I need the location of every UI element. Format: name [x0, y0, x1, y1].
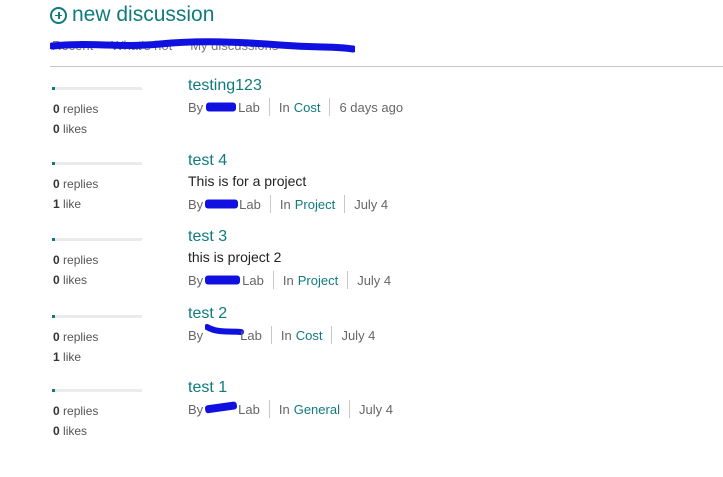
in-label: In [278, 401, 290, 417]
activity-meter [52, 238, 142, 241]
likes-label: likes [63, 273, 88, 287]
by-label: By [188, 196, 204, 212]
new-discussion-label: new discussion [72, 3, 215, 26]
author: Lab [207, 328, 262, 343]
timestamp: July 4 [358, 401, 393, 417]
discussion-item: 0 replies 1 like test 2 By Lab In Cost J… [0, 305, 723, 381]
activity-meter [52, 87, 142, 90]
replies-label: replies [63, 102, 99, 116]
author: Lab [206, 99, 260, 115]
discussion-item: 0 replies 1 like test 4 This is for a pr… [0, 152, 723, 228]
replies-count: 0 [53, 177, 60, 191]
discussion-meta: By Lab In Cost July 4 [188, 326, 375, 344]
item-stats: 0 replies 1 like [53, 327, 98, 367]
timestamp: July 4 [341, 327, 376, 343]
discussion-title-link[interactable]: test 4 [188, 152, 227, 170]
discussion-title-link[interactable]: test 2 [188, 305, 227, 323]
discussion-item: 0 replies 0 likes test 1 By Lab In Gener… [0, 379, 723, 455]
replies-label: replies [63, 177, 99, 191]
replies-label: replies [63, 330, 99, 344]
in-label: In [280, 327, 292, 343]
activity-meter [52, 315, 142, 318]
divider [50, 66, 723, 67]
discussion-meta: By Lab In General July 4 [188, 400, 393, 418]
replies-label: replies [63, 404, 99, 418]
timestamp: July 4 [354, 196, 389, 212]
discussion-title-link[interactable]: testing123 [188, 77, 262, 95]
activity-meter [52, 162, 142, 165]
category-link[interactable]: Project [298, 273, 338, 288]
author: Lab [204, 401, 260, 417]
discussion-title-link[interactable]: test 3 [188, 228, 227, 246]
tab-my-discussions[interactable]: My discussions [190, 38, 278, 53]
item-stats: 0 replies 0 likes [53, 99, 98, 139]
category-link[interactable]: General [294, 402, 340, 417]
author-name: Lab [238, 99, 260, 115]
likes-count: 0 [53, 273, 60, 287]
likes-label: like [63, 197, 82, 211]
author-name: Lab [239, 196, 261, 212]
in-label: In [278, 99, 290, 115]
by-label: By [188, 99, 204, 115]
likes-label: likes [63, 424, 88, 438]
discussion-item: 0 replies 0 likes test 3 this is project… [0, 228, 723, 304]
category-link[interactable]: Project [295, 197, 335, 212]
discussion-meta: By Lab In Project July 4 [188, 195, 388, 213]
in-label: In [282, 272, 294, 288]
author-name: Lab [242, 272, 264, 288]
new-discussion-button[interactable]: new discussion [50, 3, 214, 27]
tab-whats-hot[interactable]: What's hot [111, 38, 172, 53]
category-link[interactable]: Cost [296, 328, 323, 343]
discussion-meta: By Lab In Project July 4 [188, 271, 391, 289]
activity-meter [52, 389, 142, 392]
replies-count: 0 [53, 330, 60, 344]
tab-recent[interactable]: Recent [52, 38, 93, 53]
replies-label: replies [63, 253, 99, 267]
item-stats: 0 replies 0 likes [53, 401, 98, 441]
item-stats: 0 replies 0 likes [53, 250, 98, 290]
likes-count: 1 [53, 350, 60, 364]
timestamp: 6 days ago [339, 99, 404, 115]
author-name: Lab [238, 401, 260, 417]
by-label: By [188, 327, 204, 343]
by-label: By [188, 401, 204, 417]
discussion-item: 0 replies 0 likes testing123 By Lab In C… [0, 77, 723, 153]
timestamp: July 4 [357, 272, 392, 288]
likes-count: 1 [53, 197, 60, 211]
author: Lab [205, 273, 264, 288]
item-stats: 0 replies 1 like [53, 174, 98, 214]
plus-circle-icon [50, 6, 67, 24]
category-link[interactable]: Cost [294, 100, 321, 115]
discussion-body: This is for a project [188, 173, 307, 189]
discussion-meta: By Lab In Cost 6 days ago [188, 98, 403, 116]
discussion-title-link[interactable]: test 1 [188, 379, 227, 397]
likes-count: 0 [53, 122, 60, 136]
replies-count: 0 [53, 253, 60, 267]
discussion-body: this is project 2 [188, 249, 282, 265]
likes-label: like [63, 350, 82, 364]
likes-label: likes [63, 122, 88, 136]
by-label: By [188, 272, 204, 288]
in-label: In [279, 196, 291, 212]
author-name: Lab [240, 327, 262, 343]
author: Lab [205, 197, 261, 212]
discussion-tabs: Recent What's hot My discussions [52, 38, 278, 53]
replies-count: 0 [53, 404, 60, 418]
replies-count: 0 [53, 102, 60, 116]
likes-count: 0 [53, 424, 60, 438]
